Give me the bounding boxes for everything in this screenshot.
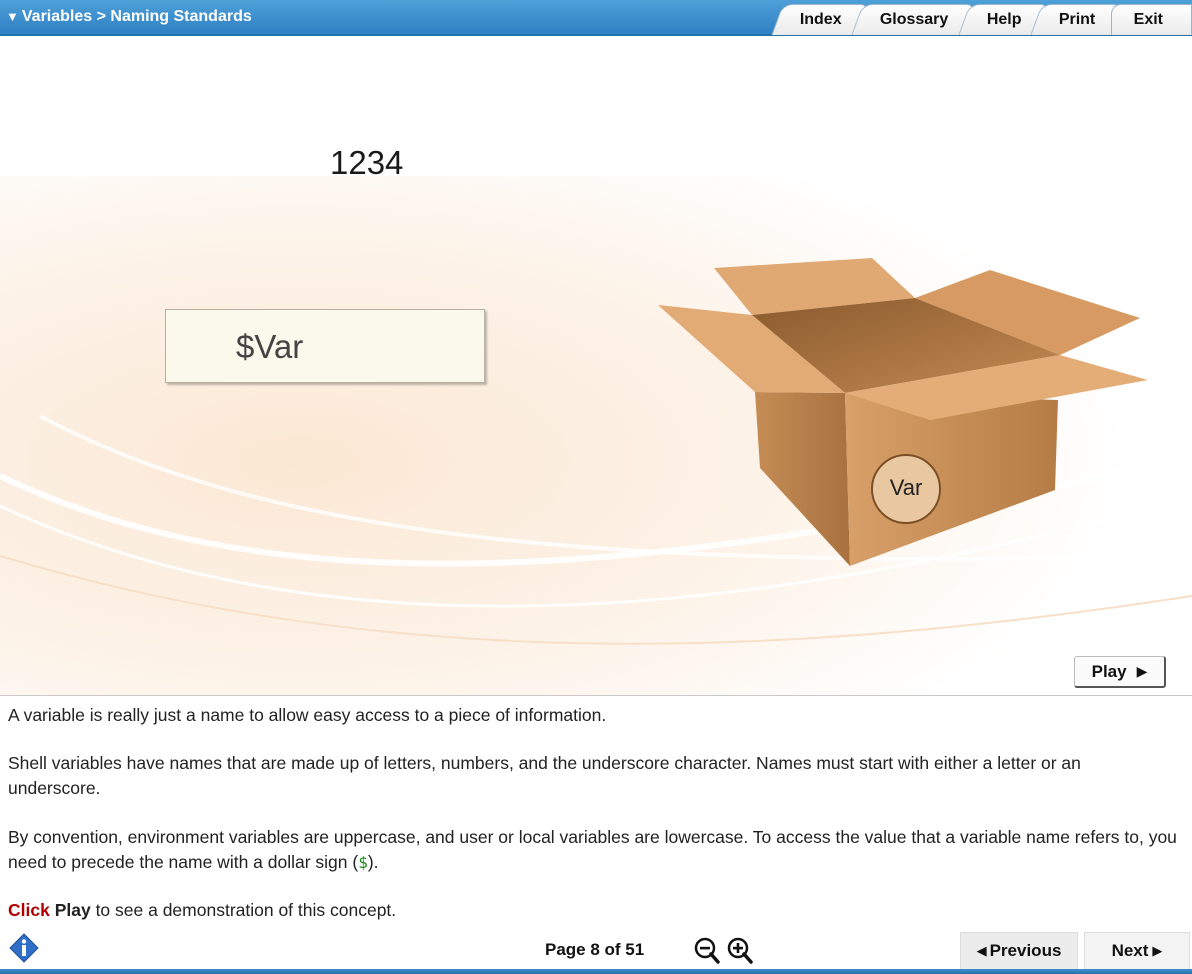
tab-exit[interactable]: Exit xyxy=(1110,4,1192,35)
previous-button[interactable]: ◀ Previous xyxy=(960,932,1078,970)
triangle-left-icon: ◀ xyxy=(976,943,987,958)
next-button[interactable]: Next ▶ xyxy=(1084,932,1190,970)
paragraph-convention-end: ). xyxy=(367,852,379,872)
animation-stage: 1234 $Var Var Play ▶ xyxy=(0,36,1192,695)
page-indicator: Page 8 of 51 xyxy=(545,940,645,959)
play-arrow-icon: ▶ xyxy=(1136,663,1148,679)
tab-index-label: Index xyxy=(800,11,842,28)
triangle-right-icon: ▶ xyxy=(1152,943,1163,958)
instruction-rest: to see a demonstration of this concept. xyxy=(90,900,397,920)
value-number: 1234 xyxy=(330,144,404,181)
paragraph-naming-rules: Shell variables have names that are made… xyxy=(8,753,1081,798)
breadcrumb-text: Variables > Naming Standards xyxy=(21,8,252,25)
cardboard-box-icon xyxy=(658,258,1148,566)
zoom-in-icon[interactable] xyxy=(727,937,753,965)
paragraph-instruction: Click Play to see a demonstration of thi… xyxy=(8,898,1178,923)
tab-help-label: Help xyxy=(986,11,1022,28)
breadcrumb[interactable]: ▼ Variables > Naming Standards xyxy=(6,8,252,26)
instruction-click-word: Click xyxy=(8,900,50,920)
box-label-text: Var xyxy=(889,475,923,500)
play-button-label: Play xyxy=(1091,661,1127,681)
play-button[interactable]: Play ▶ xyxy=(1074,656,1166,688)
bottom-strip xyxy=(0,969,1192,974)
tab-print-label: Print xyxy=(1059,11,1096,28)
instruction-play-word: Play xyxy=(54,900,91,920)
dollar-sign-code: $ xyxy=(358,853,368,872)
tab-exit-label: Exit xyxy=(1133,11,1163,28)
tab-glossary[interactable]: Glossary xyxy=(851,4,978,35)
previous-button-label: Previous xyxy=(989,941,1062,960)
stage-divider xyxy=(0,695,1192,696)
paragraph-convention: By convention, environment variables are… xyxy=(8,825,1178,875)
info-diamond-icon[interactable] xyxy=(9,933,39,963)
variable-name-box: $Var xyxy=(165,309,485,383)
top-bar: ▼ Variables > Naming Standards Index Glos… xyxy=(0,0,1192,36)
triangle-down-icon[interactable]: ▼ xyxy=(6,9,19,24)
variable-name-text: $Var xyxy=(236,328,304,365)
next-button-label: Next xyxy=(1111,941,1149,960)
zoom-out-icon[interactable] xyxy=(694,937,720,965)
tab-glossary-label: Glossary xyxy=(879,11,949,28)
top-tabs: Index Glossary Help Print Exit xyxy=(771,4,1192,35)
paragraph-convention-text: By convention, environment variables are… xyxy=(8,827,1177,872)
paragraph-intro: A variable is really just a name to allo… xyxy=(8,705,607,725)
